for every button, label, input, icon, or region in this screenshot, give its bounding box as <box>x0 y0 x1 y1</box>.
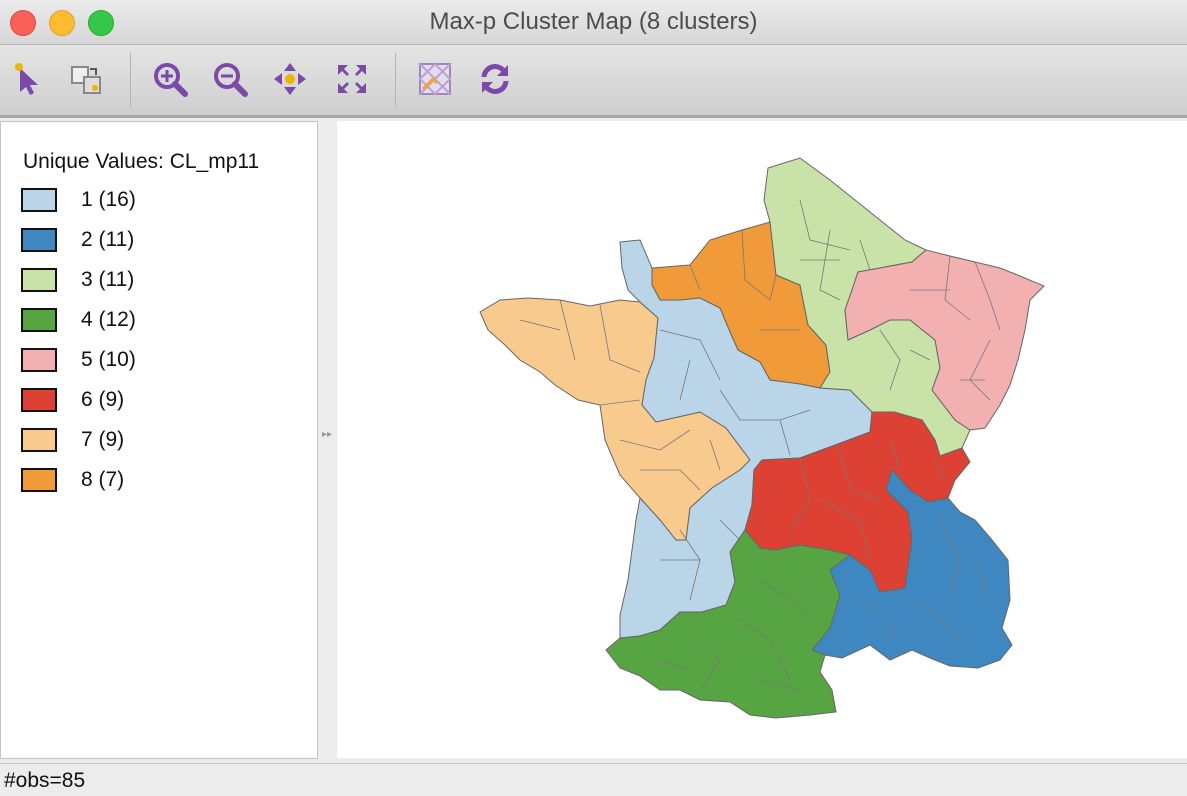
map-canvas[interactable] <box>337 121 1187 758</box>
legend-swatch <box>21 308 57 332</box>
legend-title: Unique Values: CL_mp11 <box>23 150 260 173</box>
refresh-icon[interactable] <box>475 59 515 99</box>
toolbar-separator <box>395 53 396 107</box>
legend-label: 6 (9) <box>81 388 125 411</box>
legend-item[interactable]: 1 (16) <box>21 188 301 218</box>
legend-label: 1 (16) <box>81 188 136 211</box>
legend-swatch <box>21 388 57 412</box>
full-extent-icon[interactable] <box>332 59 372 99</box>
legend-label: 2 (11) <box>81 228 135 251</box>
legend-swatch <box>21 268 57 292</box>
legend-item[interactable]: 2 (11) <box>21 228 301 258</box>
legend-item[interactable]: 5 (10) <box>21 348 301 378</box>
obs-count: #obs=85 <box>4 769 86 792</box>
legend-item[interactable]: 8 (7) <box>21 468 301 498</box>
legend-panel: Unique Values: CL_mp11 1 (16) 2 (11) 3 (11… <box>0 121 318 759</box>
status-bar: #obs=85 <box>0 763 1187 796</box>
legend-swatch <box>21 468 57 492</box>
window-title: Max-p Cluster Map (8 clusters) <box>429 8 758 35</box>
toolbar <box>0 45 1187 118</box>
zoom-out-icon[interactable] <box>210 59 250 99</box>
toolbar-separator <box>130 53 131 107</box>
panel-splitter[interactable]: ▸▸ <box>318 121 336 757</box>
legend-label: 7 (9) <box>81 428 125 451</box>
legend-label: 5 (10) <box>81 348 136 371</box>
legend-swatch <box>21 348 57 372</box>
legend-item[interactable]: 7 (9) <box>21 428 301 458</box>
france-cluster-map[interactable] <box>337 121 1187 758</box>
select-arrow-icon[interactable] <box>10 59 50 99</box>
legend-swatch <box>21 428 57 452</box>
legend-swatch <box>21 228 57 252</box>
basemap-icon[interactable] <box>415 59 455 99</box>
title-bar: Max-p Cluster Map (8 clusters) <box>0 0 1187 45</box>
legend-label: 8 (7) <box>81 468 125 491</box>
splitter-grip-icon[interactable]: ▸▸ <box>318 429 336 443</box>
legend-item[interactable]: 6 (9) <box>21 388 301 418</box>
legend-label: 3 (11) <box>81 268 135 291</box>
selection-shape-icon[interactable] <box>66 59 106 99</box>
legend-swatch <box>21 188 57 212</box>
legend-label: 4 (12) <box>81 308 136 331</box>
zoom-in-icon[interactable] <box>150 59 190 99</box>
legend-item[interactable]: 4 (12) <box>21 308 301 338</box>
pan-icon[interactable] <box>270 59 310 99</box>
legend-item[interactable]: 3 (11) <box>21 268 301 298</box>
